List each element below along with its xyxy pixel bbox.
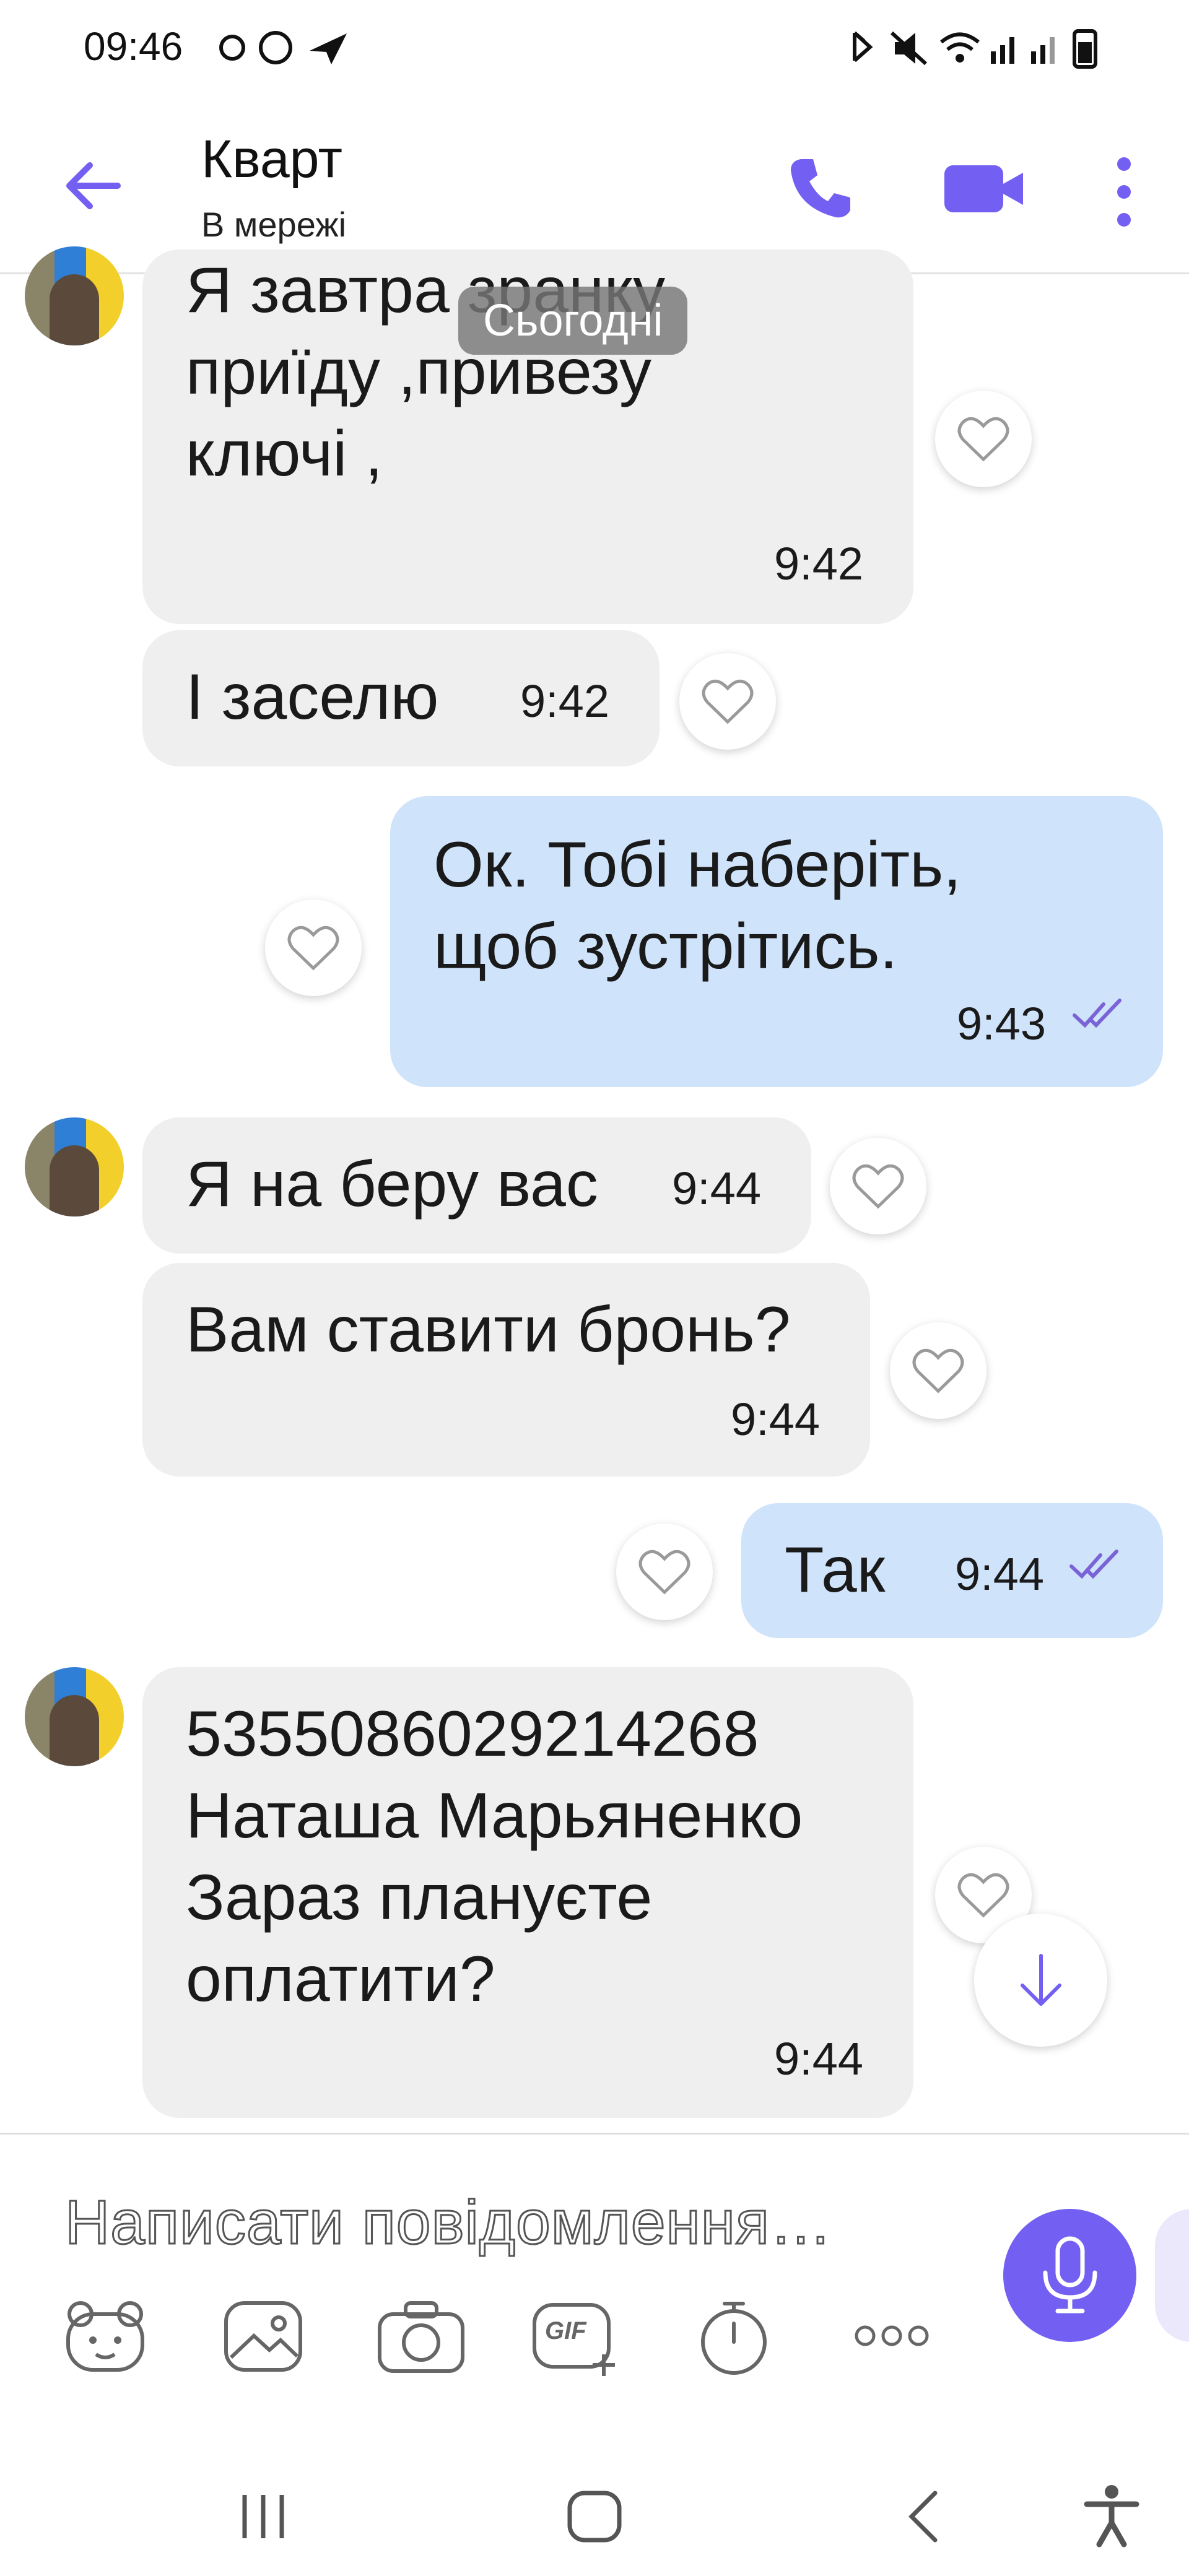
- accessibility-button[interactable]: [1078, 2483, 1146, 2554]
- status-system-icons: [853, 29, 1097, 69]
- scroll-down-button[interactable]: [974, 1914, 1107, 2047]
- outgoing-message[interactable]: Ок. Тобі наберіть, щоб зустрітись. 9:43: [390, 796, 1163, 1087]
- mic-icon: [1043, 2236, 1097, 2313]
- camera-button[interactable]: [375, 2289, 468, 2382]
- like-button[interactable]: [935, 391, 1032, 487]
- call-button[interactable]: [783, 152, 864, 232]
- heart-icon: [957, 417, 1009, 462]
- message-time: 9:44: [731, 1394, 821, 1445]
- video-icon: [944, 165, 1023, 212]
- heart-icon: [702, 679, 754, 724]
- like-button[interactable]: [679, 653, 776, 750]
- heart-icon: [638, 1550, 690, 1595]
- voice-message-button[interactable]: [1003, 2209, 1136, 2342]
- recent-apps-icon: [242, 2495, 284, 2538]
- gallery-icon: [224, 2301, 302, 2372]
- message-time: 9:42: [774, 538, 864, 589]
- incoming-message[interactable]: Вам ставити бронь? 9:44: [142, 1263, 870, 1477]
- message-time: 9:42: [520, 675, 610, 727]
- message-time: 9:44: [672, 1163, 762, 1214]
- like-button[interactable]: [265, 900, 362, 996]
- date-separator: Сьогодні: [458, 287, 688, 355]
- message-composer: Написати повідомлення… GIF: [0, 2133, 1189, 2463]
- accessibility-icon: [1084, 2485, 1139, 2548]
- incoming-message[interactable]: Я на беру вас 9:44: [142, 1117, 811, 1254]
- like-button[interactable]: [830, 1138, 926, 1234]
- like-button[interactable]: [616, 1524, 713, 1620]
- chat-header: Кварт В мережі: [0, 93, 1189, 274]
- sticker-button[interactable]: [59, 2289, 152, 2382]
- gif-button[interactable]: GIF: [529, 2289, 622, 2382]
- home-icon: [567, 2491, 622, 2543]
- more-options-icon: [855, 2325, 929, 2346]
- contact-avatar[interactable]: [25, 1117, 124, 1216]
- message-text: Вам ставити бронь?: [186, 1294, 791, 1366]
- heart-icon: [912, 1348, 964, 1394]
- secondary-action-edge[interactable]: [1155, 2209, 1189, 2342]
- message-time: 9:43: [957, 998, 1047, 1049]
- message-input[interactable]: Написати повідомлення…: [64, 2187, 832, 2258]
- incoming-message[interactable]: 5355086029214268 Наташа Марьяненко Зараз…: [142, 1667, 913, 2118]
- message-text: Я на беру вас: [186, 1148, 598, 1220]
- sticker-icon: [66, 2301, 144, 2372]
- incoming-message[interactable]: І заселю 9:42: [142, 630, 660, 766]
- contact-name[interactable]: Кварт: [201, 129, 342, 190]
- message-time: 9:44: [774, 2033, 864, 2084]
- message-text: 5355086029214268 Наташа Марьяненко Зараз…: [186, 1698, 803, 2015]
- outgoing-message[interactable]: Так 9:44: [741, 1503, 1163, 1638]
- message-text: Так: [785, 1534, 886, 1606]
- contact-status: В мережі: [201, 205, 347, 244]
- contact-avatar[interactable]: [25, 246, 124, 345]
- message-text: Ок. Тобі наберіть, щоб зустрітись.: [433, 829, 962, 982]
- message-text: І заселю: [186, 661, 439, 733]
- scroll-down-icon: [1020, 1953, 1061, 2006]
- heart-icon: [287, 926, 339, 971]
- status-notification-icons: [219, 31, 347, 64]
- back-button[interactable]: [59, 152, 127, 220]
- message-list[interactable]: Я завтра зранку приїду ,привезу ключі , …: [0, 246, 1189, 2133]
- camera-icon: [378, 2301, 464, 2373]
- read-status-icon: [1071, 995, 1127, 1042]
- nav-back-icon: [908, 2491, 938, 2543]
- system-navigation-bar: [0, 2461, 1189, 2576]
- heart-icon: [957, 1873, 1009, 1918]
- more-options-composer[interactable]: [845, 2289, 938, 2382]
- status-bar: 09:46: [0, 0, 1189, 93]
- recent-apps-button[interactable]: [229, 2486, 297, 2551]
- message-time: 9:44: [955, 1548, 1045, 1600]
- like-button[interactable]: [890, 1322, 986, 1419]
- timer-button[interactable]: [687, 2289, 780, 2382]
- home-button[interactable]: [560, 2486, 629, 2551]
- more-options-button[interactable]: [1087, 152, 1161, 232]
- more-icon: [1117, 157, 1131, 227]
- read-status-icon: [1068, 1546, 1124, 1593]
- video-call-button[interactable]: [941, 152, 1028, 232]
- heart-icon: [852, 1164, 904, 1209]
- gallery-button[interactable]: [217, 2289, 310, 2382]
- back-arrow-icon: [66, 162, 121, 209]
- gif-label: GIF: [545, 2317, 586, 2344]
- back-nav-button[interactable]: [892, 2486, 960, 2551]
- phone-icon: [791, 159, 850, 218]
- status-time: 09:46: [84, 24, 183, 69]
- contact-avatar[interactable]: [25, 1667, 124, 1766]
- timer-icon: [701, 2302, 767, 2375]
